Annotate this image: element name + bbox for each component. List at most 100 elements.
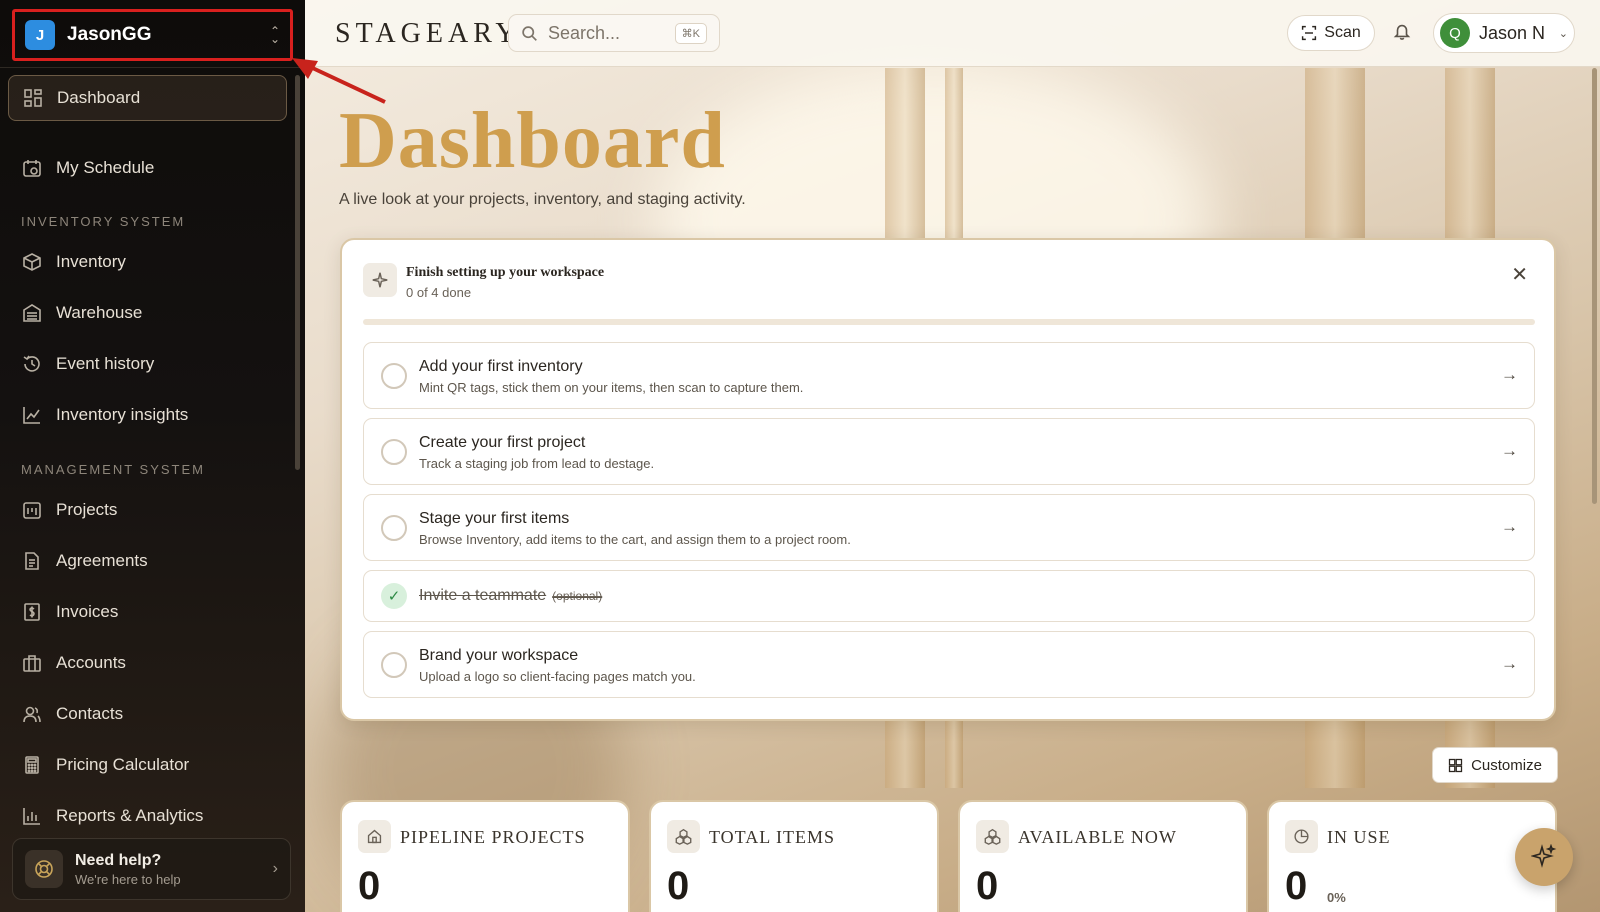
optional-tag: (optional) (552, 589, 603, 603)
search-icon (522, 25, 537, 41)
task-add-inventory[interactable]: Add your first inventory Mint QR tags, s… (363, 342, 1535, 409)
users-icon (23, 706, 41, 723)
sidebar-item-inventory[interactable]: Inventory (8, 239, 287, 285)
app-logo[interactable]: STAGEARY (335, 18, 521, 50)
chevron-right-icon: › (272, 860, 278, 877)
sidebar-item-label: Projects (56, 500, 118, 519)
close-icon[interactable]: ✕ (1511, 262, 1528, 287)
sidebar-item-accounts[interactable]: Accounts (8, 640, 287, 686)
sidebar-item-label: Contacts (56, 704, 124, 723)
sidebar-item-label: Reports & Analytics (56, 806, 204, 825)
user-name: Jason N (1479, 22, 1546, 43)
sidebar-item-label: Inventory insights (56, 405, 189, 424)
setup-count: 0 of 4 done (406, 285, 472, 300)
sidebar-item-label: Dashboard (57, 88, 141, 107)
warehouse-icon (23, 304, 41, 322)
sidebar-divider (0, 67, 305, 68)
task-brand-workspace[interactable]: Brand your workspace Upload a logo so cl… (363, 631, 1535, 698)
task-status-circle[interactable] (381, 363, 407, 389)
stat-card-pipeline-projects[interactable]: PIPELINE PROJECTS 0 (340, 800, 630, 912)
building-icon (23, 655, 41, 672)
boxes-icon (667, 820, 700, 853)
task-status-circle[interactable] (381, 439, 407, 465)
arrow-right-icon: → (1501, 517, 1518, 536)
stat-card-available-now[interactable]: AVAILABLE NOW 0 (958, 800, 1248, 912)
customize-button[interactable]: Customize (1432, 747, 1558, 783)
section-label-inventory: INVENTORY SYSTEM (21, 214, 186, 229)
calendar-clock-icon (23, 160, 41, 177)
sidebar-scrollbar[interactable] (295, 75, 300, 470)
task-description: Track a staging job from lead to destage… (419, 456, 655, 471)
sidebar-item-agreements[interactable]: Agreements (8, 538, 287, 584)
scan-icon (1302, 25, 1317, 41)
search-shortcut: ⌘K (674, 22, 707, 44)
home-icon (358, 820, 391, 853)
stat-label: PIPELINE PROJECTS (400, 827, 586, 847)
task-invite-teammate[interactable]: ✓ Invite a teammate (optional) (363, 570, 1535, 622)
stat-value: 0 (667, 864, 690, 908)
main-scrollbar[interactable] (1592, 68, 1597, 504)
top-bar: STAGEARY Search... ⌘K Scan Q Jason N ⌄ (305, 0, 1600, 67)
stat-value: 0 (1285, 864, 1308, 908)
task-title: Brand your workspace (419, 647, 579, 664)
task-stage-items[interactable]: Stage your first items Browse Inventory,… (363, 494, 1535, 561)
document-icon (25, 552, 39, 570)
invoice-dollar-icon (24, 603, 40, 621)
task-description: Browse Inventory, add items to the cart,… (419, 532, 851, 547)
customize-label: Customize (1471, 756, 1542, 774)
search-input[interactable]: Search... ⌘K (508, 14, 720, 52)
setup-checklist-card: Finish setting up your workspace 0 of 4 … (340, 238, 1556, 721)
arrow-right-icon: → (1501, 654, 1518, 673)
stat-card-in-use[interactable]: IN USE 0 0% (1267, 800, 1557, 912)
sidebar-item-reports-analytics[interactable]: Reports & Analytics (8, 793, 287, 839)
bar-chart-icon (23, 808, 40, 825)
help-card[interactable]: Need help? We're here to help › (12, 838, 291, 900)
stat-label: IN USE (1327, 827, 1391, 847)
task-create-project[interactable]: Create your first project Track a stagin… (363, 418, 1535, 485)
sidebar-item-label: Agreements (56, 551, 148, 570)
sparkle-icon (363, 263, 397, 297)
ai-assistant-button[interactable] (1515, 828, 1573, 886)
stat-card-total-items[interactable]: TOTAL ITEMS 0 (649, 800, 939, 912)
box-icon (23, 253, 41, 271)
sidebar-item-label: My Schedule (56, 158, 155, 177)
stat-label: AVAILABLE NOW (1018, 827, 1177, 847)
search-placeholder: Search... (548, 22, 621, 43)
chevron-down-icon: ⌄ (1558, 27, 1568, 40)
history-icon (23, 355, 40, 372)
workspace-name: JasonGG (67, 24, 152, 45)
page-subtitle: A live look at your projects, inventory,… (339, 191, 746, 208)
setup-progress-bar (363, 319, 1535, 325)
scan-button[interactable]: Scan (1287, 15, 1375, 51)
sidebar-item-inventory-insights[interactable]: Inventory insights (8, 392, 287, 438)
sidebar-item-event-history[interactable]: Event history (8, 341, 287, 387)
task-status-circle[interactable] (381, 652, 407, 678)
sidebar-item-dashboard[interactable]: Dashboard (8, 75, 287, 121)
sidebar: J JasonGG ⌃ ⌄ Dashboard My Schedule INVEN… (0, 0, 305, 912)
sidebar-item-projects[interactable]: Projects (8, 487, 287, 533)
task-status-circle[interactable] (381, 515, 407, 541)
help-subtitle: We're here to help (75, 871, 181, 887)
page-title: Dashboard (339, 97, 726, 185)
scan-label: Scan (1324, 24, 1361, 41)
sidebar-item-warehouse[interactable]: Warehouse (8, 290, 287, 336)
task-description: Upload a logo so client-facing pages mat… (419, 669, 696, 684)
arrow-right-icon: → (1501, 365, 1518, 384)
notifications-bell-icon[interactable] (1393, 22, 1415, 44)
workspace-avatar: J (25, 20, 55, 50)
user-menu-button[interactable]: Q Jason N ⌄ (1433, 13, 1575, 53)
sidebar-item-contacts[interactable]: Contacts (8, 691, 287, 737)
task-title: Add your first inventory (419, 358, 583, 375)
check-icon: ✓ (381, 583, 407, 609)
task-title: Stage your first items (419, 510, 570, 527)
stat-value: 0 (358, 864, 381, 908)
sidebar-item-my-schedule[interactable]: My Schedule (8, 145, 287, 191)
sidebar-item-label: Warehouse (56, 303, 143, 322)
stat-percentage: 0% (1327, 890, 1346, 905)
workspace-switcher[interactable]: J JasonGG ⌃ ⌄ (12, 9, 293, 61)
arrow-right-icon: → (1501, 441, 1518, 460)
sparkle-icon (1531, 844, 1557, 868)
lifebuoy-icon (25, 850, 63, 888)
sidebar-item-pricing-calculator[interactable]: Pricing Calculator (8, 742, 287, 788)
sidebar-item-invoices[interactable]: Invoices (8, 589, 287, 635)
